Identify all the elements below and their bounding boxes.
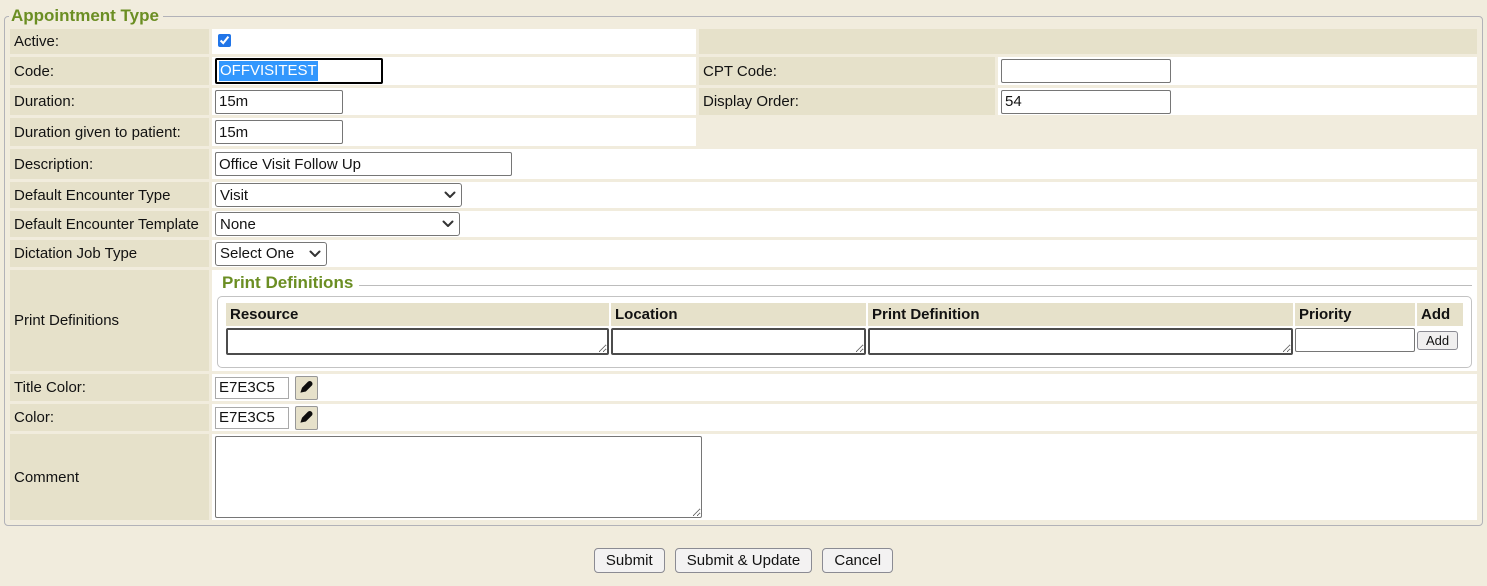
row-color: Color: — [10, 404, 1477, 431]
print-definitions-input-row: Add — [226, 328, 1463, 359]
row-duration-patient: Duration given to patient: — [10, 118, 1477, 146]
color-label: Color: — [10, 404, 209, 431]
chevron-down-icon — [442, 220, 454, 228]
display-order-label: Display Order: — [699, 88, 995, 115]
row-default-encounter-type: Default Encounter Type Visit — [10, 182, 1477, 208]
row-print-definitions: Print Definitions Print Definitions — [10, 270, 1477, 371]
default-encounter-template-label: Default Encounter Template — [10, 211, 209, 237]
duration-patient-input[interactable] — [215, 120, 343, 144]
column-header-resource: Resource — [226, 303, 609, 326]
print-definitions-legend-row: Print Definitions — [217, 272, 1472, 293]
active-row-filler — [699, 29, 1477, 54]
dictation-job-type-label: Dictation Job Type — [10, 240, 209, 267]
priority-input[interactable] — [1295, 328, 1415, 352]
print-definitions-legend: Print Definitions — [217, 272, 359, 293]
row-title-color: Title Color: — [10, 374, 1477, 401]
duration-label: Duration: — [10, 88, 209, 115]
eyedropper-icon — [299, 378, 314, 398]
location-input[interactable] — [611, 328, 866, 355]
description-input[interactable] — [215, 152, 512, 176]
title-color-cell — [212, 374, 1477, 401]
location-cell — [611, 328, 866, 359]
cancel-button[interactable]: Cancel — [822, 548, 893, 573]
default-encounter-type-select[interactable]: Visit — [215, 183, 462, 207]
description-label: Description: — [10, 149, 209, 179]
column-header-location: Location — [611, 303, 866, 326]
print-definitions-box: Resource Location Print Definition Prior… — [217, 296, 1472, 368]
color-cell — [212, 404, 1477, 431]
resource-cell — [226, 328, 609, 359]
row-comment: Comment — [10, 434, 1477, 520]
comment-textarea[interactable] — [215, 436, 702, 518]
duration-input[interactable] — [215, 90, 343, 114]
add-button[interactable]: Add — [1417, 331, 1458, 350]
row-active: Active: — [10, 29, 1477, 54]
color-input[interactable] — [215, 407, 289, 429]
print-definitions-section: Print Definitions Resource Location Prin… — [215, 271, 1474, 370]
code-label: Code: — [10, 57, 209, 85]
cpt-code-input[interactable] — [1001, 59, 1171, 83]
column-header-priority: Priority — [1295, 303, 1415, 326]
title-color-label: Title Color: — [10, 374, 209, 401]
priority-cell — [1295, 328, 1415, 359]
active-label: Active: — [10, 29, 209, 54]
dictation-job-type-select[interactable]: Select One — [215, 242, 327, 266]
column-header-add: Add — [1417, 303, 1463, 326]
duration-patient-value-cell — [212, 118, 696, 146]
active-checkbox[interactable] — [218, 34, 231, 47]
print-definition-cell — [868, 328, 1293, 359]
cpt-code-label: CPT Code: — [699, 57, 995, 85]
default-encounter-template-cell: None — [212, 211, 1477, 237]
duration-value-cell — [212, 88, 696, 115]
code-input[interactable]: OFFVISITEST — [215, 58, 383, 84]
add-cell: Add — [1417, 328, 1463, 359]
chevron-down-icon — [444, 191, 456, 199]
default-encounter-template-select[interactable]: None — [215, 212, 460, 236]
eyedropper-icon — [299, 408, 314, 428]
description-value-cell — [212, 149, 1477, 179]
row-code: Code: OFFVISITEST CPT Code: — [10, 57, 1477, 85]
title-color-picker-button[interactable] — [295, 376, 318, 400]
column-header-print-definition: Print Definition — [868, 303, 1293, 326]
default-encounter-type-selected: Visit — [220, 187, 248, 204]
display-order-input[interactable] — [1001, 90, 1171, 114]
comment-cell — [212, 434, 1477, 520]
dictation-job-type-selected: Select One — [220, 245, 294, 262]
default-encounter-type-label: Default Encounter Type — [10, 182, 209, 208]
print-definition-input[interactable] — [868, 328, 1293, 355]
code-value-cell: OFFVISITEST — [212, 57, 696, 85]
default-encounter-template-selected: None — [220, 216, 256, 233]
duration-patient-label: Duration given to patient: — [10, 118, 209, 146]
dictation-job-type-cell: Select One — [212, 240, 1477, 267]
duration-patient-row-filler — [699, 118, 1477, 146]
submit-update-button[interactable]: Submit & Update — [675, 548, 812, 573]
footer-button-bar: Submit Submit & Update Cancel — [0, 548, 1487, 573]
comment-label: Comment — [10, 434, 209, 520]
active-value-cell — [212, 29, 696, 54]
appointment-type-form-table: Active: Code: OFFVISITEST CPT Code: Dura… — [7, 26, 1480, 523]
resource-input[interactable] — [226, 328, 609, 355]
row-description: Description: — [10, 149, 1477, 179]
print-definitions-legend-line — [359, 285, 1472, 286]
default-encounter-type-cell: Visit — [212, 182, 1477, 208]
row-dictation-job-type: Dictation Job Type Select One — [10, 240, 1477, 267]
chevron-down-icon — [309, 250, 321, 258]
submit-button[interactable]: Submit — [594, 548, 665, 573]
row-default-encounter-template: Default Encounter Template None — [10, 211, 1477, 237]
display-order-value-cell — [998, 88, 1477, 115]
print-definitions-header-row: Resource Location Print Definition Prior… — [226, 303, 1463, 326]
title-color-input[interactable] — [215, 377, 289, 399]
appointment-type-legend: Appointment Type — [9, 6, 163, 26]
print-definitions-cell: Print Definitions Resource Location Prin… — [212, 270, 1477, 371]
print-definitions-label: Print Definitions — [10, 270, 209, 371]
print-definitions-table: Resource Location Print Definition Prior… — [224, 301, 1465, 361]
color-picker-button[interactable] — [295, 406, 318, 430]
row-duration: Duration: Display Order: — [10, 88, 1477, 115]
code-selected-text: OFFVISITEST — [219, 61, 318, 81]
appointment-type-fieldset: Appointment Type Active: Code: OFFVISITE… — [4, 6, 1483, 526]
cpt-code-value-cell — [998, 57, 1477, 85]
